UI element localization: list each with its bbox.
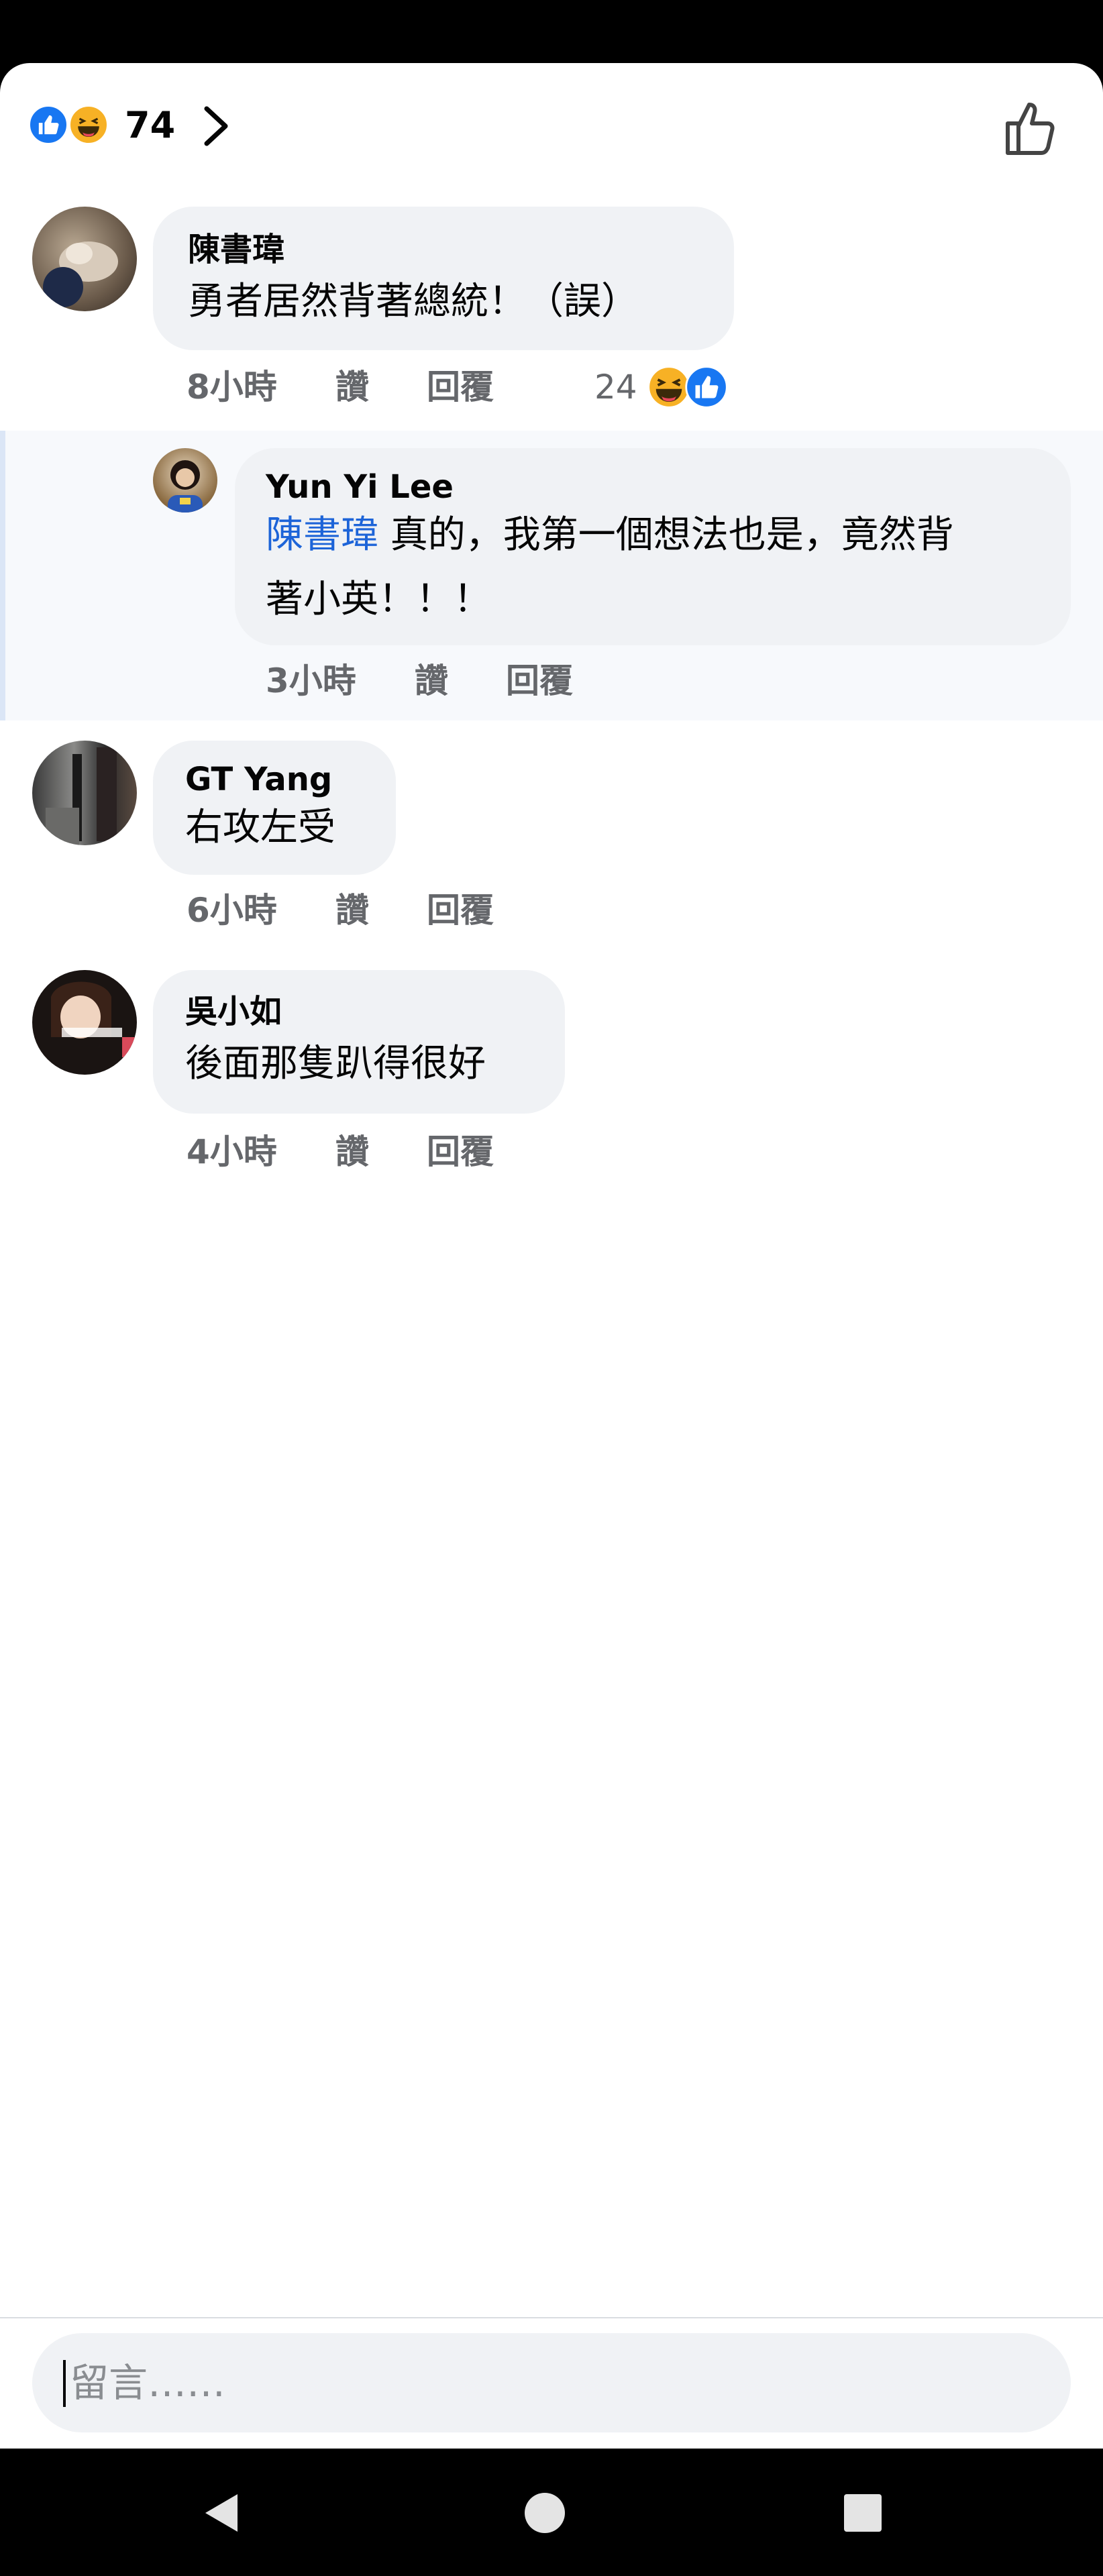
like-action[interactable]: 讚 (415, 657, 448, 704)
like-action[interactable]: 讚 (335, 887, 369, 934)
comment-text: 後面那隻趴得很好 (185, 1042, 486, 1085)
comment-composer[interactable] (32, 2333, 1071, 2432)
recent-apps-icon[interactable] (839, 2489, 887, 2537)
system-navigation-bar (0, 2449, 1103, 2576)
comment-text: 勇者居然背著總統！（誤） (188, 280, 639, 323)
comment-time: 4小時 (187, 1132, 277, 1171)
like-icon (685, 366, 728, 409)
status-bar (0, 0, 1103, 64)
like-action[interactable]: 讚 (335, 1128, 369, 1175)
comment-text: 真的，我第一個想法也是，竟然背 (378, 513, 954, 557)
comment-time: 3小時 (266, 661, 356, 700)
comment-bubble[interactable]: Yun Yi Lee 陳書瑋 真的，我第一個想法也是，竟然背 著小英！！！ (235, 448, 1071, 645)
comment-author[interactable]: Yun Yi Lee (266, 466, 454, 508)
comment-text-line: 陳書瑋 真的，我第一個想法也是，竟然背 (266, 503, 954, 568)
comment-author[interactable]: GT Yang (185, 758, 332, 801)
reply-action[interactable]: 回覆 (506, 657, 573, 704)
comment-actions: 3小時 讚 回覆 (266, 657, 735, 704)
reply-action[interactable]: 回覆 (427, 1128, 494, 1175)
comment-author[interactable]: 陳書瑋 (188, 228, 284, 271)
comment-bubble[interactable]: 吳小如 後面那隻趴得很好 (153, 970, 565, 1114)
comment-actions: 6小時 讚 回覆 (187, 887, 656, 934)
comment-time: 8小時 (187, 368, 277, 407)
like-action[interactable]: 讚 (335, 364, 369, 411)
home-icon[interactable] (521, 2489, 569, 2537)
reply-action[interactable]: 回覆 (427, 364, 494, 411)
comment-reaction-count[interactable]: 24 (594, 364, 637, 411)
back-icon[interactable] (199, 2489, 247, 2537)
avatar[interactable] (32, 741, 137, 845)
composer-divider (0, 2317, 1103, 2318)
text-caret (63, 2360, 66, 2407)
avatar[interactable] (32, 970, 137, 1075)
comment-input[interactable] (70, 2333, 1036, 2432)
comment-actions: 8小時 讚 回覆 (187, 364, 723, 411)
comment-reaction-icons[interactable] (647, 365, 733, 409)
avatar[interactable] (32, 207, 137, 311)
comment-actions: 4小時 讚 回覆 (187, 1128, 656, 1175)
comment-bubble[interactable]: GT Yang 右攻左受 (153, 741, 396, 875)
comment-text: 右攻左受 (185, 806, 335, 849)
comment-author[interactable]: 吳小如 (185, 990, 282, 1033)
mention-link[interactable]: 陳書瑋 (266, 513, 378, 557)
comment: 陳書瑋 勇者居然背著總統！（誤） 8小時 讚 回覆 24 (0, 63, 1103, 439)
comments-sheet: 74 陳書瑋 勇者居然背著總統！（誤） 8小時 讚 回覆 24 Yun Yi L… (0, 63, 1103, 2449)
comment-text: 著小英！！！ (266, 578, 491, 621)
reply-action[interactable]: 回覆 (427, 887, 494, 934)
comment-time: 6小時 (187, 891, 277, 930)
avatar[interactable] (153, 448, 217, 513)
comment-bubble[interactable]: 陳書瑋 勇者居然背著總統！（誤） (153, 207, 734, 350)
